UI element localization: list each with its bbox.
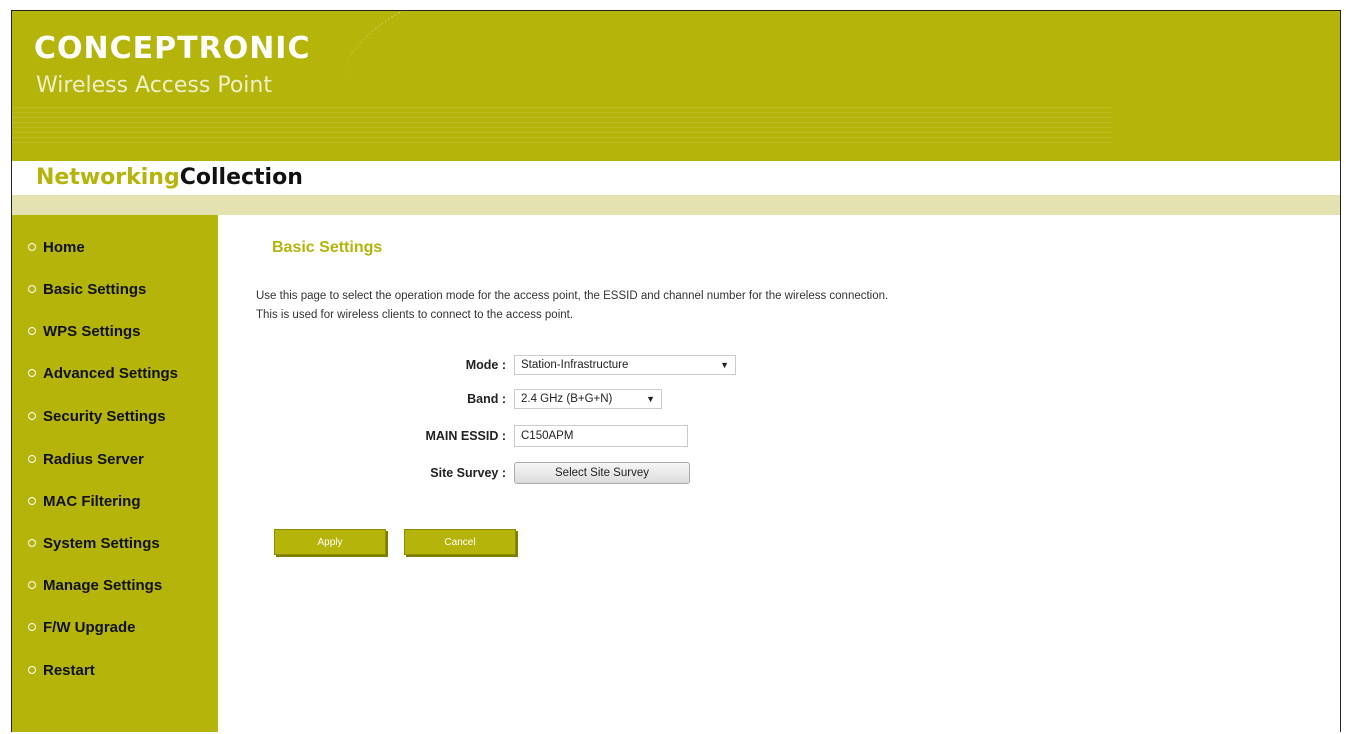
sidebar-item-mac-filtering[interactable]: MAC Filtering xyxy=(28,489,141,513)
sidebar-item-basic-settings[interactable]: Basic Settings xyxy=(28,277,146,301)
page-description: Use this page to select the operation mo… xyxy=(256,287,1156,325)
band-row: Band : 2.4 GHz (B+G+N) ▼ xyxy=(306,387,662,411)
band-select[interactable]: 2.4 GHz (B+G+N) ▼ xyxy=(514,389,662,409)
select-site-survey-button[interactable]: Select Site Survey xyxy=(514,462,690,484)
band-value: 2.4 GHz (B+G+N) xyxy=(521,393,613,405)
sidebar-item-label: F/W Upgrade xyxy=(43,618,136,636)
sidebar-item-label: WPS Settings xyxy=(43,322,141,340)
site-survey-label: Site Survey : xyxy=(430,466,506,480)
mode-select[interactable]: Station-Infrastructure ▼ xyxy=(514,355,736,375)
apply-button[interactable]: Apply xyxy=(274,529,386,555)
page-title: Basic Settings xyxy=(272,239,383,256)
decorative-lines xyxy=(12,107,1112,147)
bullet-icon xyxy=(28,369,36,377)
bullet-icon xyxy=(28,285,36,293)
sidebar-item-label: Basic Settings xyxy=(43,280,147,298)
sidebar-item-label: Security Settings xyxy=(43,407,166,425)
description-line-1: Use this page to select the operation mo… xyxy=(256,290,889,302)
sidebar-item-home[interactable]: Home xyxy=(28,235,85,259)
brand-logo: CONCEPTRONIC xyxy=(34,31,311,66)
site-survey-row: Site Survey : Select Site Survey xyxy=(306,461,690,485)
essid-row: MAIN ESSID : C150APM xyxy=(306,424,688,448)
chevron-down-icon: ▼ xyxy=(646,394,655,404)
bullet-icon xyxy=(28,666,36,674)
essid-input[interactable]: C150APM xyxy=(514,425,688,447)
mode-value: Station-Infrastructure xyxy=(521,359,629,371)
bullet-icon xyxy=(28,539,36,547)
collection-title: NetworkingCollection xyxy=(36,165,303,190)
header-banner: CONCEPTRONIC Wireless Access Point xyxy=(12,11,1340,179)
bullet-icon xyxy=(28,412,36,420)
sidebar-item-advanced-settings[interactable]: Advanced Settings xyxy=(28,361,178,385)
cancel-button[interactable]: Cancel xyxy=(404,529,516,555)
sidebar-item-label: Restart xyxy=(43,661,95,679)
band-label: Band : xyxy=(467,392,506,406)
bullet-icon xyxy=(28,327,36,335)
sidebar-item-label: Home xyxy=(43,238,85,256)
sidebar-item-fw-upgrade[interactable]: F/W Upgrade xyxy=(28,615,136,639)
sidebar-item-label: System Settings xyxy=(43,534,160,552)
essid-label: MAIN ESSID : xyxy=(425,429,506,443)
sidebar: Home Basic Settings WPS Settings Advance… xyxy=(12,215,218,732)
sidebar-item-label: Radius Server xyxy=(43,450,144,468)
collection-part2: Collection xyxy=(179,165,303,190)
sidebar-item-wps-settings[interactable]: WPS Settings xyxy=(28,319,141,343)
divider-strip xyxy=(12,195,1340,215)
sidebar-item-restart[interactable]: Restart xyxy=(28,658,95,682)
sidebar-item-label: Advanced Settings xyxy=(43,364,179,382)
sidebar-item-system-settings[interactable]: System Settings xyxy=(28,531,160,555)
bullet-icon xyxy=(28,581,36,589)
mode-label: Mode : xyxy=(465,358,506,372)
decorative-swoosh xyxy=(331,11,873,179)
bullet-icon xyxy=(28,623,36,631)
product-subtitle: Wireless Access Point xyxy=(36,73,272,98)
mode-row: Mode : Station-Infrastructure ▼ xyxy=(306,353,736,377)
collection-part1: Networking xyxy=(36,165,180,190)
sidebar-item-label: MAC Filtering xyxy=(43,492,141,510)
collection-bar: NetworkingCollection xyxy=(12,161,1340,195)
app-frame: CONCEPTRONIC Wireless Access Point Netwo… xyxy=(11,10,1341,732)
main-content: Basic Settings Use this page to select t… xyxy=(218,215,1340,732)
bullet-icon xyxy=(28,497,36,505)
sidebar-item-radius-server[interactable]: Radius Server xyxy=(28,447,144,471)
description-line-2: This is used for wireless clients to con… xyxy=(256,309,574,321)
bullet-icon xyxy=(28,243,36,251)
bullet-icon xyxy=(28,455,36,463)
chevron-down-icon: ▼ xyxy=(720,360,729,370)
sidebar-item-manage-settings[interactable]: Manage Settings xyxy=(28,573,162,597)
sidebar-item-label: Manage Settings xyxy=(43,576,163,594)
sidebar-item-security-settings[interactable]: Security Settings xyxy=(28,404,166,428)
